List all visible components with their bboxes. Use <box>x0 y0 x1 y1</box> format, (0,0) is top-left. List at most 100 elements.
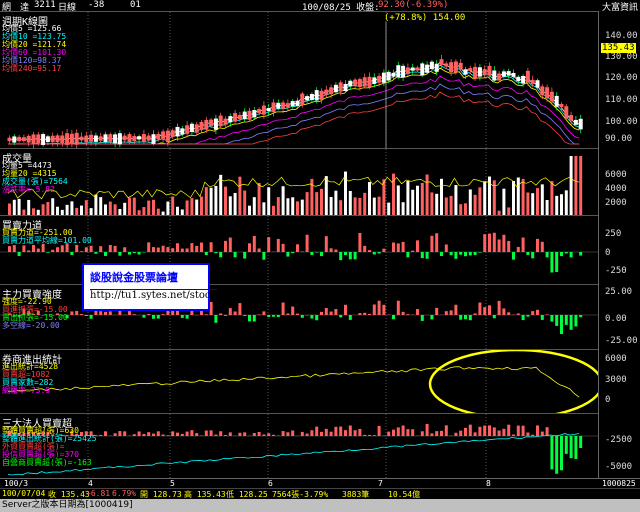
indicator-bar <box>8 246 11 252</box>
volume-bar <box>252 197 256 216</box>
axis-tick-label: 2000 <box>605 198 627 208</box>
candle-body <box>175 126 180 137</box>
volume-bar <box>531 193 535 216</box>
candle-body <box>521 75 526 84</box>
indicator-bar <box>161 245 165 252</box>
indicator-bar <box>516 313 520 315</box>
indicator-bar <box>305 234 309 252</box>
x-axis-label: 6 <box>268 479 273 488</box>
institution-bar <box>536 425 539 436</box>
peak-label: (+78.8%) 154.00 <box>384 13 466 23</box>
volume-bar <box>358 198 362 216</box>
axis-tick-label: 100.00 <box>605 117 638 127</box>
institution-bar <box>257 431 261 436</box>
axis-tick-label: 110.00 <box>605 95 638 105</box>
indicator-bar <box>334 309 338 315</box>
volume-bar <box>200 196 203 216</box>
institution-bar <box>396 427 400 436</box>
indicator-bar <box>560 315 563 335</box>
institution-bar <box>411 429 415 436</box>
volume-bar <box>411 189 415 216</box>
axis-tick-label: -5000 <box>605 462 633 472</box>
volume-bar <box>46 202 50 216</box>
institution-bar <box>252 433 256 436</box>
institution-panel[interactable]: 三大法人買賣超 整體買賣超(張)=630 整體進出統計(張)=25425 外資買賣超… <box>0 413 598 479</box>
indicator-bar <box>430 235 434 252</box>
indicator-bar <box>99 246 103 252</box>
candle-body <box>132 136 137 142</box>
moving-average-line <box>8 83 580 145</box>
num-value: 01 <box>130 0 141 10</box>
indicator-bar <box>267 237 271 252</box>
legend-item: 網羅率=73.9 <box>2 386 51 395</box>
institution-bar <box>147 432 151 436</box>
axis-tick-label: 6000 <box>605 170 627 180</box>
indicator-bar <box>219 252 223 258</box>
candle-body <box>45 136 50 143</box>
indicator-bar <box>488 233 491 252</box>
volume-panel[interactable]: 成交量 均量5 =4473 均量20 =4315 成交量(張)=7564 漲跌率=-5… <box>0 148 598 216</box>
institution-bar <box>267 433 271 436</box>
institution-bar <box>118 431 122 436</box>
volume-bar <box>521 178 525 216</box>
indicator-bar <box>392 242 395 252</box>
price-panel[interactable]: 週期K線圖 (+78.8%) 154.00 均價5 =125.66 均價10 =1… <box>0 11 598 149</box>
indicator-bar <box>41 243 45 252</box>
indicator-bar <box>440 252 443 257</box>
indicator-bar <box>435 233 439 252</box>
volume-bar <box>440 178 443 216</box>
indicator-bar <box>252 235 256 252</box>
indicator-bar <box>276 238 280 252</box>
volume-bar <box>483 181 487 216</box>
institution-bar <box>545 427 549 436</box>
volume-bar <box>435 193 439 216</box>
indicator-bar <box>132 314 136 315</box>
indicator-bar <box>348 315 352 320</box>
candle-body <box>108 134 113 142</box>
institution-bar <box>507 424 511 436</box>
indicator-bar <box>536 309 539 315</box>
candle-body <box>257 109 262 113</box>
volume-bar <box>243 190 247 216</box>
institution-bar <box>521 425 525 436</box>
institution-bar <box>152 433 155 436</box>
indicator-bar <box>406 314 410 315</box>
candle-body <box>338 82 343 92</box>
indicator-bar <box>238 303 242 315</box>
candle-body <box>237 115 242 120</box>
volume-bar <box>401 202 405 216</box>
broker-panel[interactable]: 券商進出統計 進出統計=4528 買賣超=1082 買賣家數=282 網羅率=73.9 <box>0 349 598 414</box>
volume-bar <box>84 200 88 216</box>
last-price-badge: 135.43 <box>601 43 636 53</box>
volume-bar <box>449 195 453 216</box>
candle-body <box>449 62 454 73</box>
institution-bar <box>214 434 218 436</box>
volume-bar <box>324 176 328 216</box>
volume-bar <box>108 201 112 216</box>
title-bar: 網 達 3211 日線 -38 01 100/08/25 收盤: 92.30(-… <box>0 0 640 13</box>
indicator-bar <box>36 248 40 252</box>
indicator-bar <box>449 310 453 315</box>
highlight-ellipse <box>428 350 598 414</box>
indicator-bar <box>569 315 573 330</box>
indicator-bar <box>104 252 107 256</box>
institution-bar <box>348 425 352 436</box>
info-item: 100/07/04 <box>2 489 46 498</box>
indicator-bar <box>550 315 554 322</box>
indicator-bar <box>70 311 74 315</box>
indicator-bar <box>372 304 376 315</box>
institution-bar <box>286 432 290 436</box>
volume-bar <box>233 192 237 216</box>
candle-body <box>146 135 151 141</box>
indicator-bar <box>132 252 136 254</box>
institution-bar <box>444 425 448 436</box>
candle-body <box>530 79 535 85</box>
indicator-bar <box>190 243 194 252</box>
volume-bar <box>334 190 338 216</box>
candle-body <box>492 70 497 81</box>
indicator-bar <box>324 307 328 315</box>
institution-bar <box>272 434 275 436</box>
indicator-bar <box>411 250 415 252</box>
volume-bar <box>545 200 549 216</box>
candle-body <box>540 86 545 96</box>
